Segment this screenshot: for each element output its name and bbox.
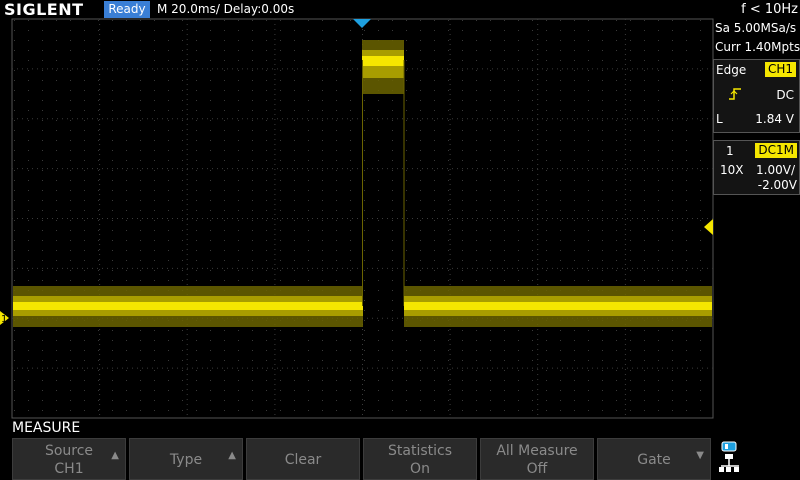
softkey-bar: Source CH1 ▲ Type ▲ Clear Statistics On …	[12, 438, 712, 480]
clear-softkey[interactable]: Clear	[246, 438, 360, 480]
menu-down-arrow-icon: ▼	[696, 450, 704, 461]
acquisition-info: Sa 5.00MSa/s Curr 1.40Mpts	[713, 19, 800, 57]
vertical-scale: 1.00V/	[756, 163, 795, 177]
network-icon	[719, 441, 739, 472]
probe-attenuation: 10X	[720, 163, 744, 177]
channel-coupling-badge: DC1M	[755, 143, 797, 158]
menu-arrow-icon: ▲	[228, 450, 236, 461]
source-softkey[interactable]: Source CH1 ▲	[12, 438, 126, 480]
memory-depth: Curr 1.40Mpts	[715, 40, 800, 54]
all-measure-softkey[interactable]: All Measure Off	[480, 438, 594, 480]
sample-rate: Sa 5.00MSa/s	[715, 21, 797, 35]
gate-softkey[interactable]: Gate ▼	[597, 438, 711, 480]
rising-edge-icon	[728, 87, 742, 105]
trigger-info-box[interactable]: Edge CH1 DC L 1.84 V	[713, 59, 800, 133]
statistics-softkey[interactable]: Statistics On	[363, 438, 477, 480]
ch1-marker-label: 1	[1, 314, 7, 325]
trigger-coupling: DC	[776, 88, 794, 102]
channel1-info-box[interactable]: 1 DC1M 10X 1.00V/ -2.00V	[713, 140, 800, 195]
trigger-source-badge: CH1	[764, 62, 796, 77]
menu-arrow-icon: ▲	[111, 450, 119, 461]
trigger-type: Edge	[716, 63, 747, 77]
vertical-offset: -2.00V	[757, 178, 797, 192]
type-softkey[interactable]: Type ▲	[129, 438, 243, 480]
trigger-level-label: L	[716, 112, 723, 126]
waveform-display[interactable]: 1	[0, 0, 800, 420]
menu-title: MEASURE	[12, 420, 81, 436]
channel-number: 1	[726, 144, 734, 158]
trigger-level-value: 1.84 V	[755, 112, 794, 126]
